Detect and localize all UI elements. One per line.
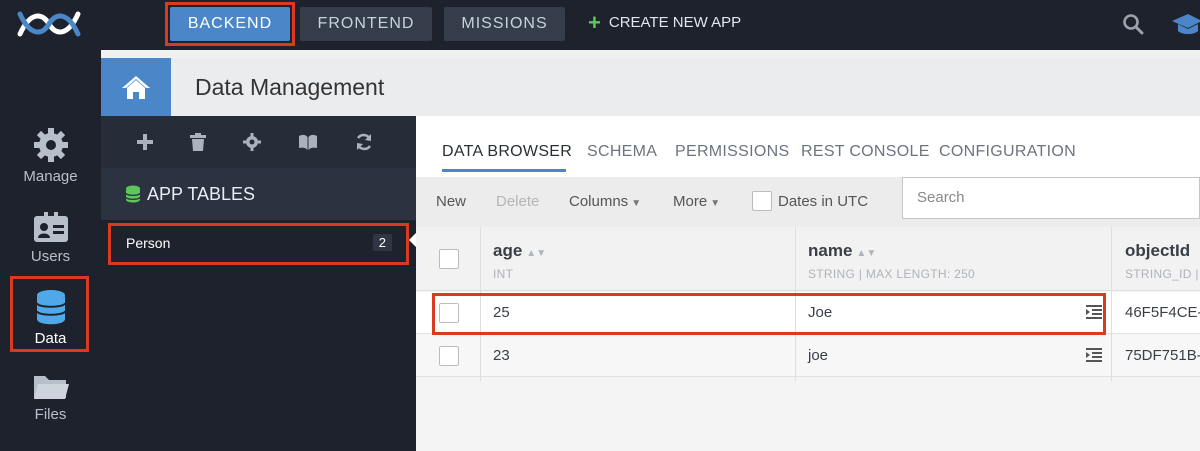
- sidebar-label-manage: Manage: [23, 168, 78, 185]
- tables-toolbar: [101, 116, 416, 168]
- sidebar-label-files: Files: [34, 406, 67, 423]
- top-bar: BACKEND FRONTEND MISSIONS + CREATE NEW A…: [0, 0, 1200, 50]
- columns-label: Columns: [569, 193, 629, 210]
- create-app-label: CREATE NEW APP: [608, 14, 742, 31]
- highlight-frame-backend: [165, 2, 295, 46]
- highlight-frame-person: [108, 223, 409, 265]
- expand-editor-icon[interactable]: [1086, 348, 1102, 362]
- page-title: Data Management: [171, 58, 1200, 116]
- active-tab-indicator: [442, 169, 566, 172]
- tab-schema[interactable]: SCHEMA: [587, 143, 657, 161]
- new-button[interactable]: New: [436, 193, 466, 210]
- cell-objectid[interactable]: 75DF751B-: [1125, 347, 1200, 364]
- add-table-icon[interactable]: [137, 134, 153, 150]
- column-type-name: STRING | MAX LENGTH: 250: [808, 267, 976, 281]
- dates-utc-label: Dates in UTC: [778, 193, 869, 210]
- sort-icon[interactable]: ▲▼: [526, 248, 546, 259]
- create-new-app-button[interactable]: + CREATE NEW APP: [588, 9, 742, 35]
- id-card-icon: [33, 212, 68, 242]
- column-name-name: name: [808, 241, 853, 260]
- column-type-age: INT: [493, 267, 514, 281]
- sidebar-label-users: Users: [30, 248, 71, 265]
- table-settings-icon[interactable]: [243, 133, 261, 151]
- column-type-objectid: STRING_ID |: [1125, 267, 1199, 281]
- grid-header: age ▲▼ INT name ▲▼ STRING | MAX LENGTH: 25…: [416, 227, 1200, 291]
- search-input[interactable]: Search: [902, 177, 1200, 219]
- tab-permissions[interactable]: PERMISSIONS: [675, 143, 789, 161]
- plus-icon: +: [588, 9, 601, 35]
- missions-tab[interactable]: MISSIONS: [444, 7, 565, 41]
- sidebar-item-files[interactable]: Files: [0, 372, 101, 423]
- folder-icon: [33, 376, 69, 399]
- home-icon: [122, 76, 150, 99]
- columns-dropdown[interactable]: Columns ▼: [569, 193, 641, 210]
- app-tables-title: APP TABLES: [147, 183, 256, 204]
- select-all-checkbox[interactable]: [439, 249, 459, 269]
- tables-panel: APP TABLES Person 2: [101, 116, 416, 451]
- more-label: More: [673, 193, 708, 210]
- column-header-objectid[interactable]: objectId: [1125, 241, 1190, 261]
- more-dropdown[interactable]: More ▼: [673, 193, 720, 210]
- cell-name[interactable]: joe: [808, 347, 828, 364]
- tab-bar: DATA BROWSER SCHEMA PERMISSIONS REST CON…: [416, 116, 1200, 177]
- tab-configuration[interactable]: CONFIGURATION: [939, 143, 1076, 161]
- search-icon[interactable]: [1122, 13, 1144, 35]
- frontend-tab[interactable]: FRONTEND: [300, 7, 432, 41]
- chevron-down-icon: ▼: [631, 198, 642, 209]
- highlight-frame-data: [10, 276, 89, 352]
- sort-icon[interactable]: ▲▼: [856, 248, 876, 259]
- refresh-icon[interactable]: [355, 133, 373, 151]
- tab-data-browser[interactable]: DATA BROWSER: [442, 143, 572, 161]
- dates-utc-checkbox[interactable]: [752, 191, 772, 211]
- delete-button[interactable]: Delete: [496, 193, 539, 210]
- logo-icon[interactable]: [16, 6, 82, 42]
- home-button[interactable]: [101, 58, 171, 116]
- tab-rest-console[interactable]: REST CONSOLE: [801, 143, 930, 161]
- cell-objectid[interactable]: 46F5F4CE-(: [1125, 304, 1200, 321]
- gear-icon: [33, 128, 68, 162]
- column-name-age: age: [493, 241, 523, 260]
- data-browser-main: DATA BROWSER SCHEMA PERMISSIONS REST CON…: [416, 116, 1200, 451]
- column-divider: [1111, 227, 1112, 381]
- graduation-cap-icon[interactable]: [1170, 12, 1200, 38]
- sidebar-item-users[interactable]: Users: [0, 210, 101, 265]
- main-sidebar: Manage Users Data Files: [0, 50, 101, 451]
- app-tables-header: APP TABLES: [101, 168, 416, 220]
- book-icon[interactable]: [298, 134, 318, 150]
- cell-age[interactable]: 23: [493, 347, 510, 364]
- database-small-icon: [125, 185, 141, 203]
- search-placeholder: Search: [917, 189, 965, 206]
- row-checkbox[interactable]: [439, 346, 459, 366]
- highlight-frame-row: [432, 293, 1106, 335]
- column-header-name[interactable]: name ▲▼: [808, 241, 876, 261]
- trash-icon[interactable]: [190, 133, 206, 151]
- column-header-age[interactable]: age ▲▼: [493, 241, 546, 261]
- sidebar-item-manage[interactable]: Manage: [0, 126, 101, 185]
- table-row[interactable]: 23 joe 75DF751B-: [416, 335, 1200, 377]
- chevron-down-icon: ▼: [710, 198, 721, 209]
